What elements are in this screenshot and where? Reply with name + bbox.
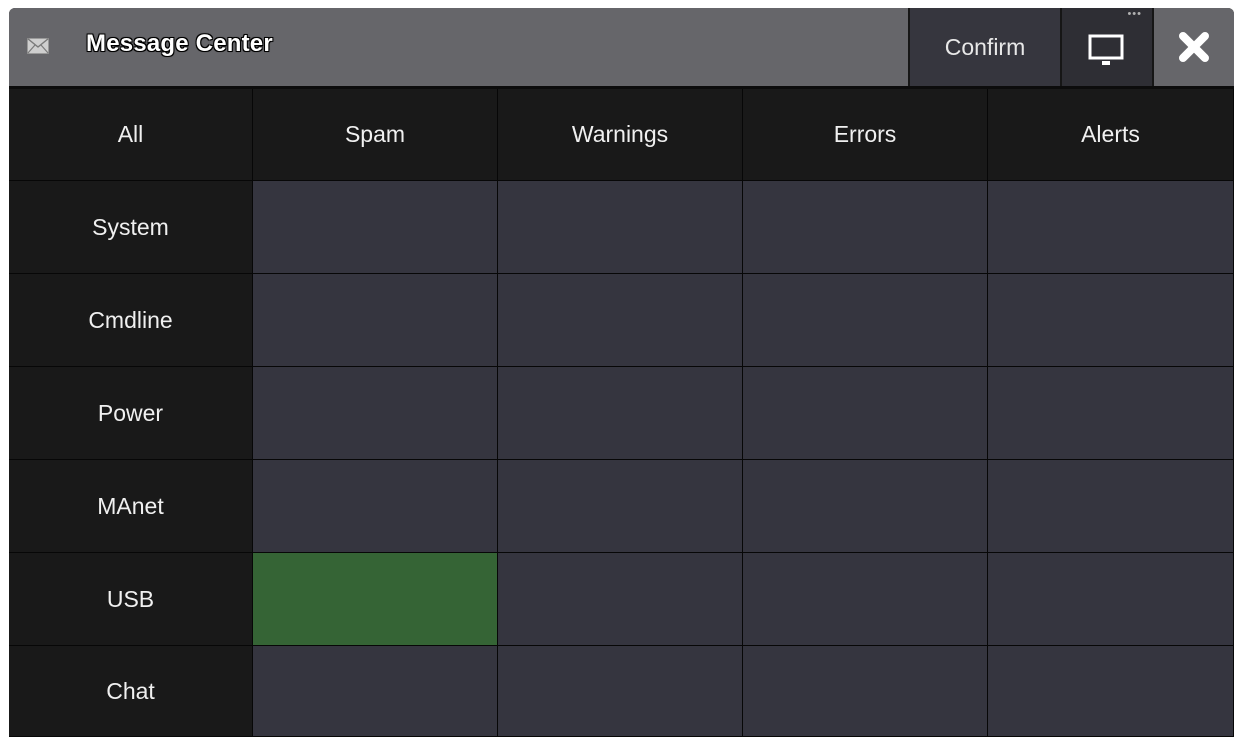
- all-button[interactable]: All: [9, 89, 253, 181]
- column-header-alerts[interactable]: Alerts: [988, 89, 1234, 181]
- row-header-cmdline[interactable]: Cmdline: [9, 274, 253, 367]
- toggle-chat-warnings[interactable]: [498, 646, 743, 737]
- toggle-cmdline-alerts[interactable]: [988, 274, 1234, 367]
- toggle-system-spam[interactable]: [253, 181, 498, 274]
- toggle-cmdline-errors[interactable]: [743, 274, 988, 367]
- row-header-power[interactable]: Power: [9, 367, 253, 460]
- row-header-system[interactable]: System: [9, 181, 253, 274]
- message-center-window: Message Center Confirm ••• All Spam Warn…: [9, 8, 1234, 737]
- window-title: Message Center: [86, 30, 273, 57]
- row-header-chat[interactable]: Chat: [9, 646, 253, 737]
- toggle-chat-errors[interactable]: [743, 646, 988, 737]
- toggle-manet-warnings[interactable]: [498, 460, 743, 553]
- message-filter-matrix: All Spam Warnings Errors Alerts System C…: [9, 89, 1234, 737]
- toggle-manet-spam[interactable]: [253, 460, 498, 553]
- envelope-icon: [27, 37, 49, 54]
- more-dots-icon: •••: [1127, 8, 1142, 20]
- toggle-power-errors[interactable]: [743, 367, 988, 460]
- toggle-cmdline-warnings[interactable]: [498, 274, 743, 367]
- toggle-cmdline-spam[interactable]: [253, 274, 498, 367]
- row-header-usb[interactable]: USB: [9, 553, 253, 646]
- row-header-manet[interactable]: MAnet: [9, 460, 253, 553]
- toggle-power-spam[interactable]: [253, 367, 498, 460]
- toggle-usb-warnings[interactable]: [498, 553, 743, 646]
- column-header-spam[interactable]: Spam: [253, 89, 498, 181]
- title-bar[interactable]: Message Center Confirm •••: [9, 8, 1234, 89]
- toggle-usb-alerts[interactable]: [988, 553, 1234, 646]
- toggle-usb-spam[interactable]: [253, 553, 498, 646]
- toggle-usb-errors[interactable]: [743, 553, 988, 646]
- toggle-chat-alerts[interactable]: [988, 646, 1234, 737]
- toggle-manet-alerts[interactable]: [988, 460, 1234, 553]
- column-header-errors[interactable]: Errors: [743, 89, 988, 181]
- toggle-power-alerts[interactable]: [988, 367, 1234, 460]
- column-header-warnings[interactable]: Warnings: [498, 89, 743, 181]
- toggle-chat-spam[interactable]: [253, 646, 498, 737]
- toggle-system-alerts[interactable]: [988, 181, 1234, 274]
- close-button[interactable]: [1154, 8, 1234, 86]
- toggle-system-warnings[interactable]: [498, 181, 743, 274]
- toggle-system-errors[interactable]: [743, 181, 988, 274]
- confirm-button[interactable]: Confirm: [908, 8, 1062, 86]
- toggle-power-warnings[interactable]: [498, 367, 743, 460]
- display-button[interactable]: •••: [1062, 8, 1154, 86]
- toggle-manet-errors[interactable]: [743, 460, 988, 553]
